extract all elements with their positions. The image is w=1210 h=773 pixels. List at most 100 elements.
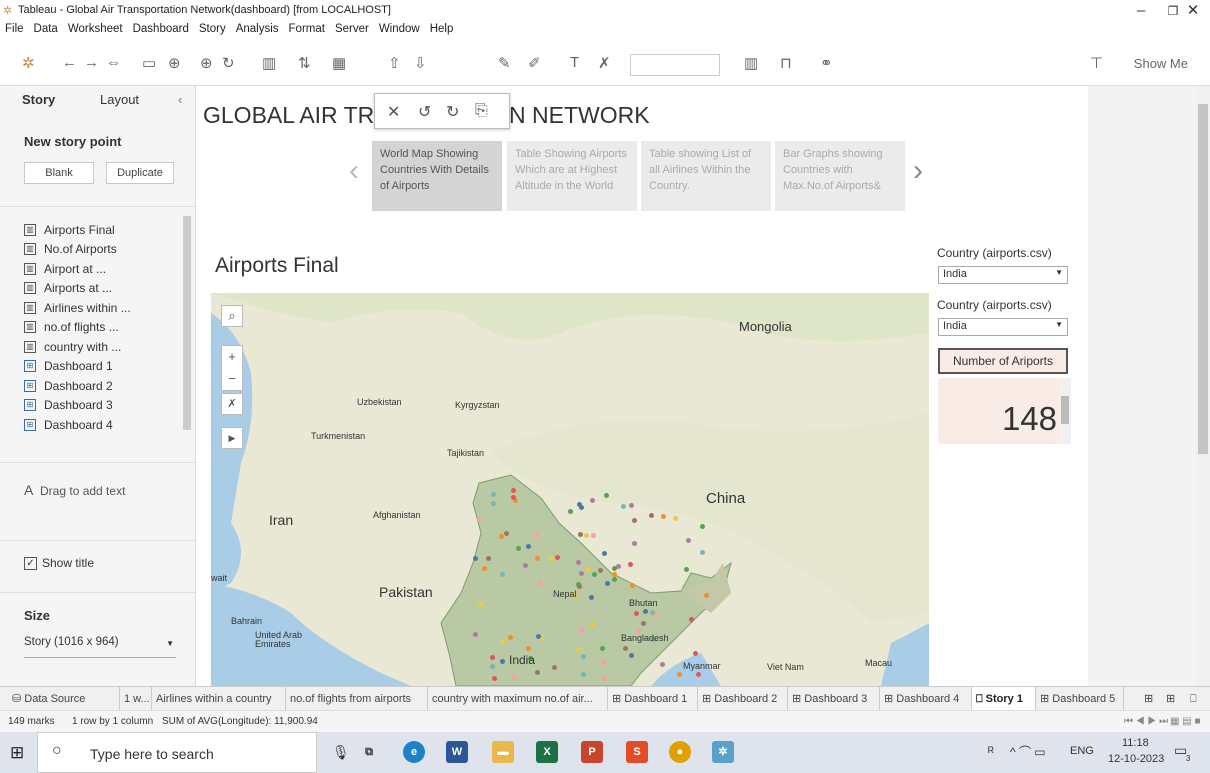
size-dropdown[interactable]: Story (1016 x 964) ▼ [24,636,176,658]
sort-asc-icon[interactable]: ⇧ [388,54,401,72]
airport-mark[interactable] [591,572,597,578]
scrollbar-thumb[interactable] [1198,104,1208,454]
airport-mark[interactable] [510,488,516,494]
tab-dashboard-5[interactable]: ⊞ Dashboard 5 [1036,687,1124,711]
sheet-list-item[interactable]: ▥ no.of flights ... [24,318,184,338]
menu-format[interactable]: Format [284,20,330,35]
new-dashboard-icon[interactable]: ⊞ [1162,687,1184,711]
sheet-list-item[interactable]: ▥ Airlines within ... [24,298,184,318]
tab-dashboard-2[interactable]: ⊞ Dashboard 2 [698,687,788,711]
map-view[interactable]: Mongolia Uzbekistan Kyrgyzstan Turkmenis… [211,293,929,686]
group-icon[interactable]: ✐ [528,54,541,72]
view-toggle-icon[interactable]: ▦ ▤ ■ [1170,716,1201,727]
sheet-list-item[interactable]: ▥ country with ... [24,337,184,357]
airport-mark[interactable] [590,532,596,538]
sheet-navigation-icon[interactable]: ⏮ ◀ ▶ ⏭ [1124,716,1168,727]
menu-story[interactable]: Story [194,20,231,35]
forward-icon[interactable]: → [84,54,99,71]
map-search-icon[interactable]: ⌕ [221,305,243,327]
country-filter-2[interactable]: India ▼ [938,318,1068,336]
sheet-list-item[interactable]: ⊞ Dashboard 4 [24,415,184,435]
airport-mark[interactable] [526,645,532,651]
tab-dashboard-3[interactable]: ⊞ Dashboard 3 [788,687,880,711]
zoom-in-icon[interactable]: + [222,346,242,368]
sheet-list-item[interactable]: ⊞ Dashboard 3 [24,396,184,416]
sheet-list-item[interactable]: ▥ Airport at ... [24,259,184,279]
taskbar-search-box[interactable]: ○ Type here to search 🎙 [37,732,350,773]
delete-icon[interactable]: ✕ [387,102,400,122]
drag-text-object[interactable]: A Drag to add text [24,482,125,498]
airport-mark[interactable] [552,664,558,670]
powerpoint-icon[interactable]: P [581,741,603,763]
update-icon[interactable]: ↻ [446,102,459,122]
sheet-list-item[interactable]: ⊞ Dashboard 2 [24,376,184,396]
show-me-button[interactable]: Show Me [1134,56,1188,71]
people-icon[interactable]: ᴿ [988,744,994,759]
sheet-list-item[interactable]: ▥ No.of Airports [24,240,184,260]
story-point-4[interactable]: Bar Graphs showing Countries with Max.No… [775,141,905,211]
tableau-taskbar-icon[interactable]: ✲ [712,741,734,763]
airport-mark[interactable] [567,508,573,514]
airport-mark[interactable] [507,634,513,640]
clock-date[interactable]: 12-10-2023 [1108,753,1164,765]
story-point-3[interactable]: Table showing List of all Airlines Withi… [641,141,771,211]
airport-mark[interactable] [597,568,603,574]
word-icon[interactable]: W [446,741,468,763]
airport-mark[interactable] [503,530,509,536]
reset-map-icon[interactable]: ✗ [221,393,243,415]
airport-mark[interactable] [628,502,634,508]
airport-mark[interactable] [538,580,544,586]
microphone-icon[interactable]: 🎙 [332,744,350,761]
zoom-out-icon[interactable]: − [222,368,242,390]
sheet-list-item[interactable]: ▥ Airports at ... [24,279,184,299]
airport-mark[interactable] [683,566,689,572]
airport-mark[interactable] [522,562,528,568]
sheet-list-scrollbar[interactable] [183,216,191,430]
airport-mark[interactable] [490,491,496,497]
menu-dashboard[interactable]: Dashboard [128,20,194,35]
highlight-icon[interactable]: ✎ [498,54,511,72]
airport-mark[interactable] [501,638,507,644]
airport-mark[interactable] [535,633,541,639]
tab-story[interactable]: Story [22,92,55,107]
kpi-scrollbar[interactable] [1059,378,1071,444]
airport-mark[interactable] [499,658,505,664]
clock-time[interactable]: 11:18 [1122,737,1149,749]
vertical-scrollbar[interactable] [1196,86,1210,686]
airport-mark[interactable] [660,513,666,519]
presentation-mode-icon[interactable]: ▥ [744,54,758,72]
airport-mark[interactable] [473,631,479,637]
save-as-new-icon[interactable]: ⎘ [475,102,488,120]
pin-icon[interactable]: ⊤ [1090,54,1103,72]
sort-desc-icon[interactable]: ⇩ [414,54,427,72]
new-worksheet-icon[interactable]: ⊞ [1140,687,1162,711]
menu-file[interactable]: File [0,20,29,35]
airport-mark[interactable] [555,554,561,560]
blank-button[interactable]: Blank [24,162,94,184]
tab-country-max-airports[interactable]: country with maximum no.of air... [428,687,608,711]
airport-mark[interactable] [589,497,595,503]
minimize-button[interactable]: – [1124,0,1158,22]
duplicate-sheet-icon[interactable]: ⊕ [200,54,213,72]
airport-mark[interactable] [580,653,586,659]
task-view-icon[interactable]: ⧉ [358,741,380,763]
refresh-icon[interactable]: ↻ [222,54,235,72]
airport-mark[interactable] [611,571,617,577]
label-icon[interactable]: T [570,54,579,71]
airport-mark[interactable] [599,645,605,651]
country-filter-1[interactable]: India ▼ [938,266,1068,284]
menu-server[interactable]: Server [330,20,374,35]
sheet-list-item[interactable]: ⊞ Dashboard 1 [24,357,184,377]
chrome-icon[interactable]: ● [669,741,691,763]
fix-axes-icon[interactable]: ✗ [598,54,611,72]
show-title-checkbox[interactable]: ✓ Show title [24,556,94,570]
airport-mark[interactable] [700,549,706,555]
airport-mark[interactable] [583,532,589,538]
menu-window[interactable]: Window [374,20,425,35]
airport-mark[interactable] [640,620,646,626]
menu-worksheet[interactable]: Worksheet [63,20,128,35]
airport-mark[interactable] [548,555,554,561]
tab-dashboard-1[interactable]: ⊞ Dashboard 1 [608,687,698,711]
show-cards-icon[interactable]: ⊓ [780,54,792,72]
airport-mark[interactable] [677,671,682,677]
